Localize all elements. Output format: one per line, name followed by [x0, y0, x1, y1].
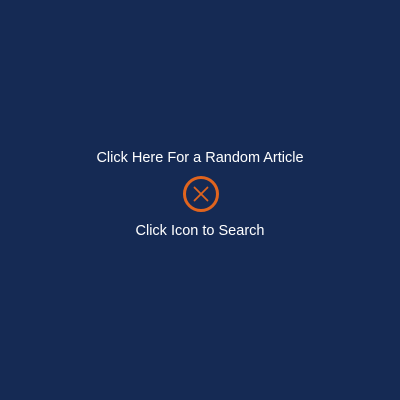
close-circle-icon[interactable] — [182, 175, 220, 213]
page: { "random_article": { "label": "Click He… — [0, 0, 400, 400]
random-article-link[interactable]: Click Here For a Random Article — [0, 148, 400, 168]
search-hint-text: Click Icon to Search — [135, 223, 265, 239]
search-toggle-button[interactable] — [182, 175, 220, 213]
